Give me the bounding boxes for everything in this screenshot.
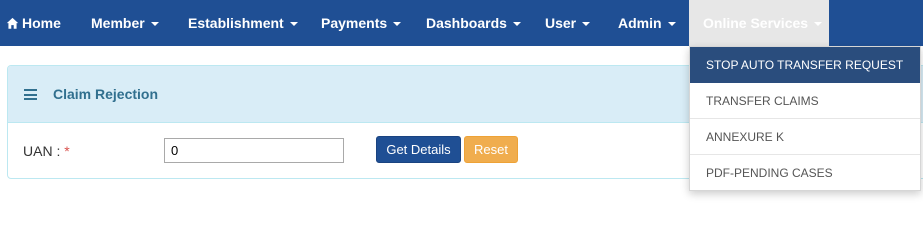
nav-home[interactable]: Home [6, 0, 61, 46]
top-navbar: Home Member Establishment Payments Dashb… [0, 0, 923, 46]
dropdown-item-pdf-pending-cases[interactable]: PDF-PENDING CASES [690, 155, 920, 191]
uan-label: UAN : * [23, 143, 70, 159]
caret-down-icon [814, 22, 823, 26]
panel-title: Claim Rejection [53, 86, 159, 102]
nav-payments-label: Payments [321, 15, 388, 31]
nav-admin[interactable]: Admin [618, 0, 676, 46]
nav-member-label: Member [91, 15, 145, 31]
nav-dashboards[interactable]: Dashboards [426, 0, 521, 46]
nav-home-label: Home [22, 15, 61, 31]
nav-online-services-label: Online Services [703, 15, 809, 31]
caret-down-icon [667, 22, 676, 26]
caret-down-icon [582, 22, 591, 26]
caret-down-icon [512, 22, 521, 26]
nav-member[interactable]: Member [91, 0, 159, 46]
nav-admin-label: Admin [618, 15, 662, 31]
online-services-dropdown: STOP AUTO TRANSFER REQUEST TRANSFER CLAI… [689, 46, 921, 191]
required-marker: * [64, 143, 70, 159]
dropdown-item-stop-auto-transfer[interactable]: STOP AUTO TRANSFER REQUEST [690, 47, 920, 83]
home-icon [6, 17, 19, 29]
uan-input[interactable] [164, 138, 344, 163]
dropdown-item-annexure-k[interactable]: ANNEXURE K [690, 119, 920, 155]
caret-down-icon [150, 22, 159, 26]
reset-button[interactable]: Reset [464, 136, 518, 163]
nav-user-label: User [545, 15, 577, 31]
hamburger-menu-icon [24, 89, 37, 100]
dropdown-item-transfer-claims[interactable]: TRANSFER CLAIMS [690, 83, 920, 119]
caret-down-icon [289, 22, 298, 26]
nav-payments[interactable]: Payments [321, 0, 402, 46]
nav-establishment-label: Establishment [188, 15, 284, 31]
nav-online-services[interactable]: Online Services [689, 0, 829, 46]
nav-establishment[interactable]: Establishment [188, 0, 298, 46]
nav-user[interactable]: User [545, 0, 591, 46]
get-details-button[interactable]: Get Details [376, 136, 461, 163]
nav-dashboards-label: Dashboards [426, 15, 507, 31]
caret-down-icon [393, 22, 402, 26]
uan-label-text: UAN : [23, 143, 61, 159]
